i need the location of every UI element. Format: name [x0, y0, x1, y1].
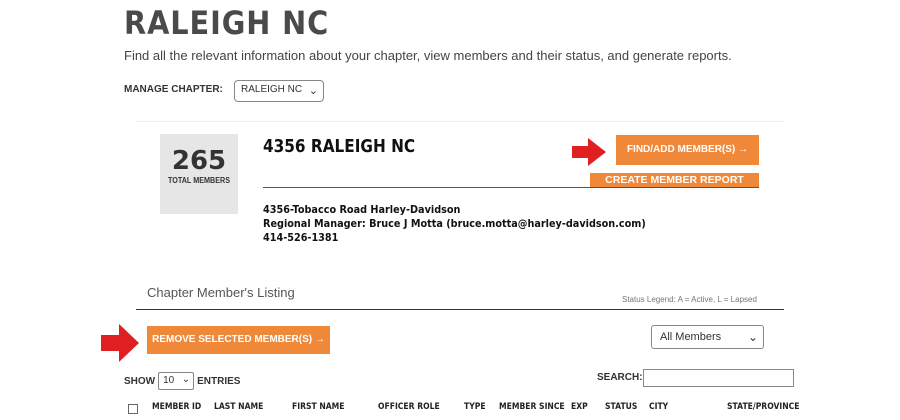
manage-chapter-label: MANAGE CHAPTER:	[124, 84, 223, 95]
column-header-state-province[interactable]: STATE/PROVINCE	[727, 402, 800, 412]
create-member-report-button[interactable]: CREATE MEMBER REPORT	[590, 173, 759, 187]
entries-select[interactable]: 10 ⌄	[158, 372, 195, 390]
red-arrow-icon	[572, 138, 606, 166]
column-header-member-since[interactable]: MEMBER SINCE	[499, 402, 565, 412]
show-entries-control: SHOW 10 ⌄ ENTRIES	[124, 372, 240, 390]
regional-manager: Regional Manager: Bruce J Motta (bruce.m…	[263, 217, 646, 230]
page-description: Find all the relevant information about …	[124, 48, 732, 63]
table-header: MEMBER ID LAST NAME FIRST NAME OFFICER R…	[124, 398, 800, 420]
column-header-first-name[interactable]: FIRST NAME	[292, 402, 345, 412]
column-header-status[interactable]: STATUS	[605, 402, 637, 412]
total-members-count: 265	[171, 146, 227, 176]
total-members-label: TOTAL MEMBERS	[167, 176, 230, 185]
section-divider	[136, 121, 784, 122]
find-add-member-button[interactable]: FIND/ADD MEMBER(S) →	[616, 135, 759, 165]
column-header-officer-role[interactable]: OFFICER ROLE	[378, 402, 440, 412]
chevron-down-icon: ⌄	[308, 85, 318, 97]
search-input[interactable]	[643, 369, 794, 387]
manage-chapter-value: RALEIGH NC	[241, 84, 303, 95]
column-header-member-id[interactable]: MEMBER ID	[152, 402, 201, 412]
manage-chapter-select[interactable]: RALEIGH NC ⌄	[234, 80, 324, 102]
chevron-down-icon: ⌄	[181, 374, 191, 385]
member-filter-select[interactable]: All Members ⌄	[651, 325, 764, 349]
total-members-card: 265 TOTAL MEMBERS	[160, 134, 238, 214]
column-header-city[interactable]: CITY	[649, 402, 668, 412]
page-title: RALEIGH NC	[124, 4, 330, 42]
chapter-name: 4356 RALEIGH NC	[263, 136, 416, 157]
search-label: SEARCH:	[597, 372, 643, 383]
chapter-phone: 414-526-1381	[263, 231, 339, 244]
entries-value: 10	[163, 375, 175, 386]
chapter-divider	[263, 187, 759, 188]
select-all-checkbox[interactable]	[128, 404, 138, 414]
remove-selected-members-button[interactable]: REMOVE SELECTED MEMBER(S) →	[147, 326, 330, 354]
red-arrow-icon	[101, 324, 139, 362]
entries-label: ENTRIES	[197, 375, 241, 387]
chapter-details: 4356-Tobacco Road Harley-Davidson Region…	[263, 203, 646, 245]
column-header-exp[interactable]: EXP	[571, 402, 588, 412]
column-header-last-name[interactable]: LAST NAME	[214, 402, 263, 412]
show-label: SHOW	[124, 375, 156, 387]
chevron-down-icon: ⌄	[747, 330, 758, 344]
column-header-type[interactable]: TYPE	[464, 402, 486, 412]
dealer-name: 4356-Tobacco Road Harley-Davidson	[263, 203, 461, 216]
listing-divider	[136, 309, 784, 310]
member-filter-value: All Members	[660, 331, 722, 343]
status-legend: Status Legend: A = Active, L = Lapsed	[622, 295, 757, 304]
listing-title: Chapter Member's Listing	[147, 285, 295, 300]
